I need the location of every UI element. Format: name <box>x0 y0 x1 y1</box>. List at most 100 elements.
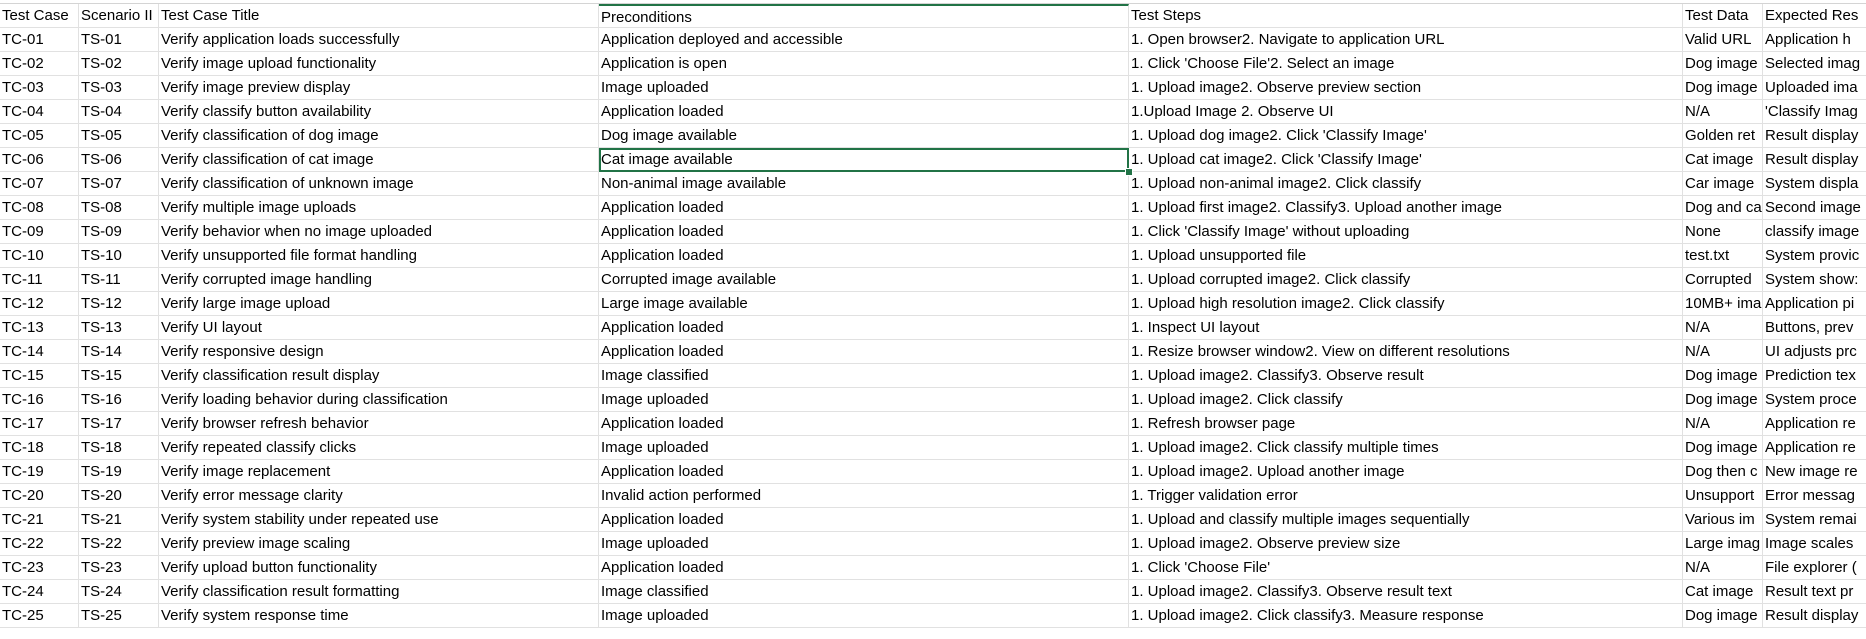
cell-expected-result[interactable]: Buttons, prev <box>1763 316 1866 340</box>
cell-test-case-title[interactable]: Verify classify button availability <box>159 100 599 124</box>
cell-test-data[interactable]: test.txt <box>1683 244 1763 268</box>
cell-preconditions[interactable]: Invalid action performed <box>599 484 1129 508</box>
cell-test-case[interactable]: TC-02 <box>0 52 79 76</box>
cell-test-steps[interactable]: 1. Upload cat image2. Click 'Classify Im… <box>1129 148 1683 172</box>
cell-scenario-id[interactable]: TS-13 <box>79 316 159 340</box>
cell-expected-result[interactable]: Selected imag <box>1763 52 1866 76</box>
cell-expected-result[interactable]: Result display <box>1763 124 1866 148</box>
cell-preconditions[interactable]: Application loaded <box>599 460 1129 484</box>
cell-test-case-title[interactable]: Verify behavior when no image uploaded <box>159 220 599 244</box>
cell-test-data[interactable]: N/A <box>1683 340 1763 364</box>
cell-test-steps[interactable]: 1. Upload image2. Observe preview size <box>1129 532 1683 556</box>
cell-expected-result[interactable]: Error messag <box>1763 484 1866 508</box>
cell-scenario-id[interactable]: TS-15 <box>79 364 159 388</box>
cell-test-case[interactable]: TC-05 <box>0 124 79 148</box>
cell-test-data[interactable]: N/A <box>1683 412 1763 436</box>
cell-test-case-title[interactable]: Verify responsive design <box>159 340 599 364</box>
cell-test-case[interactable]: TC-11 <box>0 268 79 292</box>
cell-preconditions[interactable]: Application loaded <box>599 412 1129 436</box>
cell-test-data[interactable]: Cat image <box>1683 580 1763 604</box>
cell-expected-result[interactable]: Result display <box>1763 604 1866 628</box>
cell-scenario-id[interactable]: TS-12 <box>79 292 159 316</box>
cell-test-data[interactable]: Cat image <box>1683 148 1763 172</box>
cell-test-case[interactable]: TC-03 <box>0 76 79 100</box>
cell-test-case-title[interactable]: Verify error message clarity <box>159 484 599 508</box>
cell-test-case[interactable]: TC-09 <box>0 220 79 244</box>
cell-test-steps[interactable]: 1. Upload dog image2. Click 'Classify Im… <box>1129 124 1683 148</box>
cell-test-case-title[interactable]: Verify unsupported file format handling <box>159 244 599 268</box>
cell-preconditions[interactable]: Dog image available <box>599 124 1129 148</box>
cell-expected-result[interactable]: Application re <box>1763 412 1866 436</box>
cell-preconditions[interactable]: Application loaded <box>599 100 1129 124</box>
cell-test-steps[interactable]: 1. Upload high resolution image2. Click … <box>1129 292 1683 316</box>
cell-scenario-id[interactable]: TS-10 <box>79 244 159 268</box>
cell-test-steps[interactable]: 1. Upload first image2. Classify3. Uploa… <box>1129 196 1683 220</box>
cell-expected-result[interactable]: Prediction tex <box>1763 364 1866 388</box>
cell-test-case[interactable]: TC-16 <box>0 388 79 412</box>
cell-test-data[interactable]: 10MB+ ima <box>1683 292 1763 316</box>
cell-test-case[interactable]: TC-07 <box>0 172 79 196</box>
cell-preconditions[interactable]: Image classified <box>599 580 1129 604</box>
cell-test-case[interactable]: TC-14 <box>0 340 79 364</box>
cell-preconditions[interactable]: Corrupted image available <box>599 268 1129 292</box>
cell-test-data[interactable]: Dog image <box>1683 364 1763 388</box>
cell-preconditions[interactable]: Application loaded <box>599 196 1129 220</box>
column-header-test-steps[interactable]: Test Steps <box>1129 4 1683 28</box>
cell-test-case-title[interactable]: Verify loading behavior during classific… <box>159 388 599 412</box>
cell-test-case[interactable]: TC-19 <box>0 460 79 484</box>
cell-preconditions[interactable]: Application loaded <box>599 316 1129 340</box>
cell-test-case[interactable]: TC-18 <box>0 436 79 460</box>
column-header-preconditions[interactable]: Preconditions <box>599 4 1129 28</box>
cell-preconditions[interactable]: Application loaded <box>599 340 1129 364</box>
cell-test-steps[interactable]: 1. Upload unsupported file <box>1129 244 1683 268</box>
cell-preconditions[interactable]: Image uploaded <box>599 388 1129 412</box>
cell-test-steps[interactable]: 1. Upload image2. Upload another image <box>1129 460 1683 484</box>
cell-test-steps[interactable]: 1.Upload Image 2. Observe UI <box>1129 100 1683 124</box>
column-header-test-case[interactable]: Test Case <box>0 4 79 28</box>
cell-test-case[interactable]: TC-13 <box>0 316 79 340</box>
cell-scenario-id[interactable]: TS-17 <box>79 412 159 436</box>
cell-test-steps[interactable]: 1. Upload image2. Observe preview sectio… <box>1129 76 1683 100</box>
cell-expected-result[interactable]: UI adjusts prc <box>1763 340 1866 364</box>
cell-expected-result[interactable]: Uploaded ima <box>1763 76 1866 100</box>
cell-scenario-id[interactable]: TS-01 <box>79 28 159 52</box>
cell-scenario-id[interactable]: TS-25 <box>79 604 159 628</box>
cell-test-data[interactable]: Car image <box>1683 172 1763 196</box>
cell-preconditions[interactable]: Image uploaded <box>599 604 1129 628</box>
cell-scenario-id[interactable]: TS-23 <box>79 556 159 580</box>
cell-scenario-id[interactable]: TS-21 <box>79 508 159 532</box>
cell-test-case[interactable]: TC-10 <box>0 244 79 268</box>
cell-test-steps[interactable]: 1. Click 'Classify Image' without upload… <box>1129 220 1683 244</box>
cell-preconditions[interactable]: Image uploaded <box>599 76 1129 100</box>
cell-test-data[interactable]: Dog image <box>1683 388 1763 412</box>
cell-scenario-id[interactable]: TS-14 <box>79 340 159 364</box>
cell-test-data[interactable]: Corrupted <box>1683 268 1763 292</box>
cell-test-steps[interactable]: 1. Upload image2. Classify3. Observe res… <box>1129 364 1683 388</box>
cell-test-data[interactable]: N/A <box>1683 316 1763 340</box>
column-header-test-data[interactable]: Test Data <box>1683 4 1763 28</box>
cell-test-steps[interactable]: 1. Upload and classify multiple images s… <box>1129 508 1683 532</box>
cell-scenario-id[interactable]: TS-04 <box>79 100 159 124</box>
cell-test-case-title[interactable]: Verify preview image scaling <box>159 532 599 556</box>
cell-test-data[interactable]: Large imag <box>1683 532 1763 556</box>
cell-test-data[interactable]: Dog image <box>1683 52 1763 76</box>
cell-scenario-id[interactable]: TS-08 <box>79 196 159 220</box>
cell-test-data[interactable]: Dog image <box>1683 604 1763 628</box>
cell-test-case-title[interactable]: Verify repeated classify clicks <box>159 436 599 460</box>
cell-expected-result[interactable]: New image re <box>1763 460 1866 484</box>
cell-test-data[interactable]: Golden ret <box>1683 124 1763 148</box>
cell-test-steps[interactable]: 1. Upload image2. Click classify multipl… <box>1129 436 1683 460</box>
cell-expected-result[interactable]: System remai <box>1763 508 1866 532</box>
cell-test-case-title[interactable]: Verify image upload functionality <box>159 52 599 76</box>
cell-preconditions[interactable]: Image uploaded <box>599 532 1129 556</box>
cell-expected-result[interactable]: System displa <box>1763 172 1866 196</box>
cell-scenario-id[interactable]: TS-07 <box>79 172 159 196</box>
cell-test-steps[interactable]: 1. Upload non-animal image2. Click class… <box>1129 172 1683 196</box>
cell-test-case[interactable]: TC-01 <box>0 28 79 52</box>
cell-test-steps[interactable]: 1. Upload image2. Classify3. Observe res… <box>1129 580 1683 604</box>
cell-test-data[interactable]: Dog image <box>1683 76 1763 100</box>
cell-test-case[interactable]: TC-21 <box>0 508 79 532</box>
cell-expected-result[interactable]: System provic <box>1763 244 1866 268</box>
cell-test-case-title[interactable]: Verify classification result display <box>159 364 599 388</box>
cell-test-data[interactable]: Various im <box>1683 508 1763 532</box>
